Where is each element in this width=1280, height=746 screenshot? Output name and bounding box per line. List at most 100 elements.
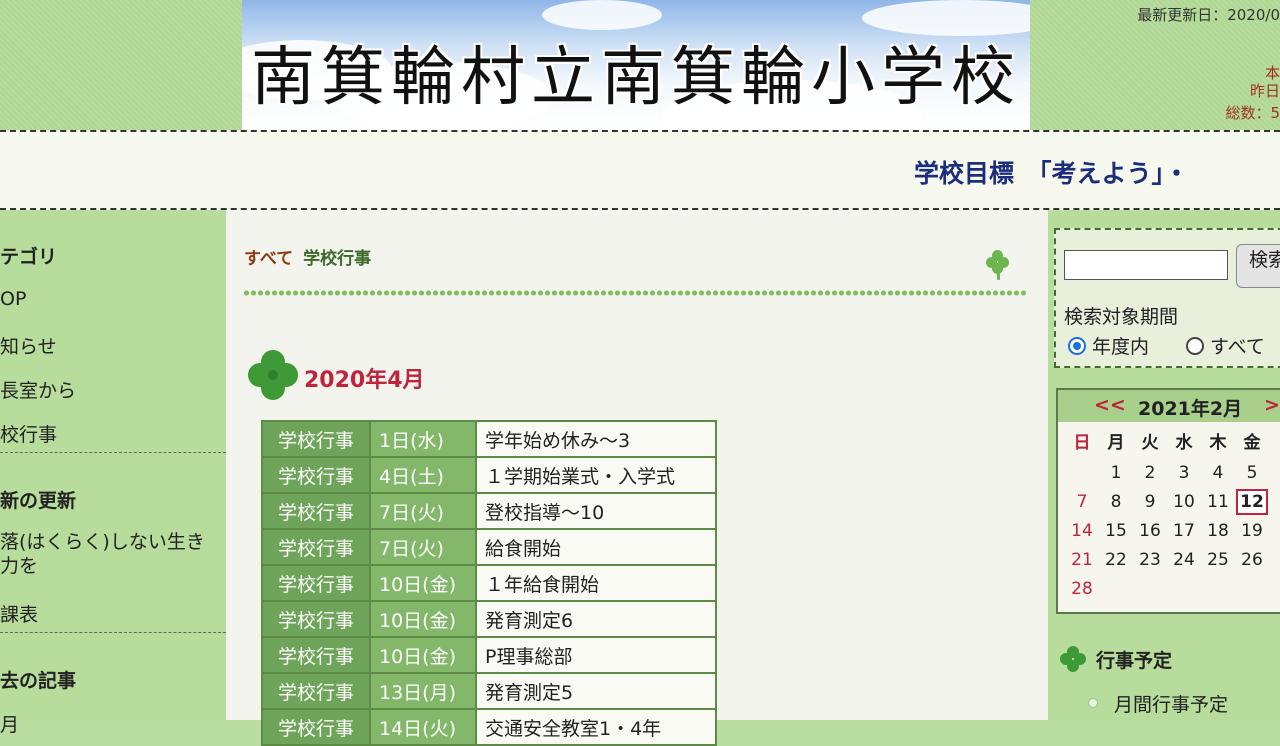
event-row: 学校行事 7日(火) 給食開始 — [261, 528, 717, 566]
latest-heading: 新の更新 — [0, 490, 77, 512]
event-title[interactable]: １年給食開始 — [475, 564, 717, 602]
event-date: 4日(土) — [369, 456, 477, 494]
radio-all[interactable]: すべて — [1186, 332, 1265, 359]
calendar-month-title: 2021年2月 — [1138, 398, 1243, 420]
calendar-day[interactable]: 15 — [1100, 518, 1132, 544]
event-category: 学校行事 — [261, 492, 371, 530]
past-article-item[interactable]: 月 — [0, 710, 19, 737]
latest-item-1[interactable]: 落(はくらく)しない生き 力を — [0, 530, 205, 578]
event-category: 学校行事 — [261, 708, 371, 746]
calendar-weekday: 日 — [1073, 433, 1091, 453]
dotted-divider — [243, 290, 1027, 296]
events-table: 学校行事 1日(水) 学年始め休み～3 学校行事 4日(土) １学期始業式・入学式 学校行事… — [261, 420, 717, 746]
calendar-weekday: 火 — [1141, 433, 1159, 453]
past-articles-heading: 去の記事 — [0, 670, 77, 692]
event-category: 学校行事 — [261, 636, 371, 674]
search-input[interactable] — [1064, 250, 1228, 280]
calendar-day[interactable]: 21 — [1066, 547, 1098, 573]
calendar-day[interactable]: 5 — [1236, 460, 1268, 486]
category-item-news[interactable]: 知らせ — [0, 332, 57, 359]
calendar-day[interactable]: 10 — [1168, 489, 1200, 515]
event-title[interactable]: 交通安全教室1・4年 — [475, 708, 717, 746]
event-row: 学校行事 4日(土) １学期始業式・入学式 — [261, 456, 717, 494]
latest-item-2[interactable]: 課表 — [0, 600, 38, 627]
calendar-header: << 2021年2月 >> — [1058, 390, 1280, 422]
breadcrumb-all-link[interactable]: すべて — [244, 249, 293, 269]
event-title[interactable]: 登校指導～10 — [475, 492, 717, 530]
calendar-prev-link[interactable]: << — [1094, 394, 1126, 416]
left-sidebar: テゴリ OP 知らせ 長室から 校行事 新の更新 落(はくらく)しない生き 力を… — [0, 210, 226, 736]
calendar-day[interactable]: 8 — [1100, 489, 1132, 515]
event-row: 学校行事 10日(金) P理事総部 — [261, 636, 717, 674]
school-name-title: 南箕輪村立南箕輪小学校 — [251, 41, 1021, 115]
month-heading: 2020年4月 — [304, 368, 425, 393]
category-heading: テゴリ — [0, 246, 58, 268]
event-category: 学校行事 — [261, 420, 371, 458]
school-goal-strip: 学校目標 「考えよう」・ — [0, 130, 1280, 210]
event-title[interactable]: 学年始め休み～3 — [475, 420, 717, 458]
event-title[interactable]: １学期始業式・入学式 — [475, 456, 717, 494]
event-row: 学校行事 10日(金) １年給食開始 — [261, 564, 717, 602]
calendar-day[interactable]: 24 — [1168, 547, 1200, 573]
event-date: 14日(火) — [369, 708, 477, 746]
calendar-weekday: 月 — [1107, 433, 1125, 453]
category-item-top[interactable]: OP — [0, 288, 26, 310]
clover-icon — [1060, 646, 1086, 672]
radio-year-label: 年度内 — [1092, 336, 1150, 358]
divider — [0, 632, 226, 633]
calendar-day[interactable]: 1 — [1100, 460, 1132, 486]
school-banner: 南箕輪村立南箕輪小学校 — [242, 0, 1030, 130]
radio-year[interactable]: 年度内 — [1068, 332, 1149, 359]
category-item-events[interactable]: 校行事 — [0, 420, 57, 447]
calendar-day[interactable]: 22 — [1100, 547, 1132, 573]
calendar-day[interactable]: 18 — [1202, 518, 1234, 544]
search-button[interactable]: 検索 — [1236, 244, 1280, 288]
search-period-label: 検索対象期間 — [1064, 306, 1179, 328]
calendar-day[interactable]: 4 — [1202, 460, 1234, 486]
calendar-day[interactable]: 26 — [1236, 547, 1268, 573]
calendar-day[interactable]: 16 — [1134, 518, 1166, 544]
calendar-today[interactable]: 12 — [1236, 489, 1268, 515]
calendar-day[interactable]: 2 — [1134, 460, 1166, 486]
event-title[interactable]: P理事総部 — [475, 636, 717, 674]
calendar-weekday: 水 — [1175, 433, 1193, 453]
calendar-day[interactable]: 11 — [1202, 489, 1234, 515]
calendar-next-link[interactable]: >> — [1264, 394, 1280, 416]
search-panel: 検索 検索対象期間 年度内 すべて — [1054, 228, 1280, 368]
event-row: 学校行事 13日(月) 発育測定5 — [261, 672, 717, 710]
calendar-day[interactable]: 17 — [1168, 518, 1200, 544]
calendar-weekday: 金 — [1243, 433, 1261, 453]
calendar-day[interactable]: 28 — [1066, 576, 1098, 602]
event-category: 学校行事 — [261, 600, 371, 638]
radio-selected-icon[interactable] — [1068, 337, 1086, 355]
event-row: 学校行事 10日(金) 発育測定6 — [261, 600, 717, 638]
calendar-day[interactable]: 7 — [1066, 489, 1098, 515]
event-date: 10日(金) — [369, 564, 477, 602]
calendar: << 2021年2月 >> 日月火水木金12345789101112141516… — [1056, 388, 1280, 614]
schedule-heading: 行事予定 — [1096, 650, 1173, 672]
event-date: 7日(火) — [369, 492, 477, 530]
category-item-principal[interactable]: 長室から — [0, 376, 76, 403]
right-sidebar: 検索 検索対象期間 年度内 すべて << 2021年2月 >> 日月火水木金12… — [1048, 210, 1280, 720]
clover-icon — [248, 350, 298, 400]
last-updated-text: 最新更新日：2020/0 — [1137, 6, 1280, 24]
event-date: 1日(水) — [369, 420, 477, 458]
monthly-schedule-link[interactable]: 月間行事予定 — [1088, 690, 1228, 717]
event-title[interactable]: 給食開始 — [475, 528, 717, 566]
event-date: 10日(金) — [369, 600, 477, 638]
radio-unselected-icon[interactable] — [1186, 337, 1204, 355]
calendar-day[interactable]: 23 — [1134, 547, 1166, 573]
calendar-day[interactable]: 19 — [1236, 518, 1268, 544]
calendar-day[interactable]: 9 — [1134, 489, 1166, 515]
site-header: 南箕輪村立南箕輪小学校 最新更新日：2020/0 本 昨日 総数：5 — [0, 0, 1280, 130]
event-title[interactable]: 発育測定6 — [475, 600, 717, 638]
calendar-day[interactable]: 14 — [1066, 518, 1098, 544]
event-date: 13日(月) — [369, 672, 477, 710]
calendar-day[interactable]: 3 — [1168, 460, 1200, 486]
radio-all-label: すべて — [1210, 336, 1265, 358]
main-content: すべて 学校行事 2020年4月 学校行事 1日(水) 学年始め休み～3 学校行事 4日(… — [226, 210, 1048, 746]
calendar-day[interactable]: 25 — [1202, 547, 1234, 573]
event-title[interactable]: 発育測定5 — [475, 672, 717, 710]
event-row: 学校行事 14日(火) 交通安全教室1・4年 — [261, 708, 717, 746]
counter-total: 総数：5 — [1225, 104, 1280, 122]
